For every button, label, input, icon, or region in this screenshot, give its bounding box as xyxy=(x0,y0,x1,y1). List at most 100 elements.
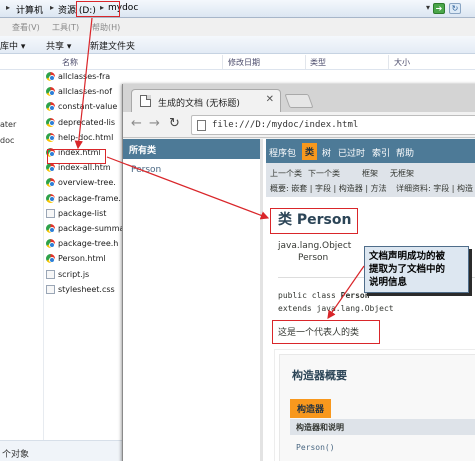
class-doc-frame: 程序包 类 树 已过时 索引 帮助 上一个类 下一个类 框架 无框架 概要: 嵌… xyxy=(266,139,475,461)
refresh-icon[interactable]: ↻ xyxy=(449,3,461,14)
file-name: Person.html xyxy=(58,254,106,264)
file-name: package-frame. xyxy=(58,193,121,203)
nav-item[interactable]: doc xyxy=(0,136,14,145)
page-viewport: 所有类 Person 程序包 类 树 已过时 索引 帮助 上一个类 下一个类 框… xyxy=(123,139,475,461)
all-classes-header: 所有类 xyxy=(123,139,260,159)
include-in-library-button[interactable]: 库中 ▾ xyxy=(0,39,25,52)
page-icon xyxy=(197,120,206,131)
class-extends: extends java.lang.Object xyxy=(278,304,394,313)
chrome-html-icon xyxy=(46,254,55,264)
breadcrumb-chevron-icon: ▸ xyxy=(6,3,11,12)
chrome-html-icon xyxy=(46,193,55,203)
file-name: help-doc.html xyxy=(58,132,114,142)
column-type[interactable]: 类型 xyxy=(310,57,326,68)
mydoc-highlight-box xyxy=(76,1,120,17)
browser-tab[interactable]: 生成的文档 (无标题) ✕ xyxy=(131,89,281,112)
new-folder-button[interactable]: 新建文件夹 xyxy=(90,39,135,52)
explorer-menu-bar: 查看(V) 工具(T) 帮助(H) xyxy=(0,18,475,36)
column-modified[interactable]: 修改日期 xyxy=(228,57,260,68)
chrome-html-icon xyxy=(46,239,55,249)
close-icon[interactable]: ✕ xyxy=(266,94,274,105)
declaration-prefix: public class xyxy=(278,291,341,300)
callout-line: 提取为了文档中的 xyxy=(369,264,446,275)
explorer-toolbar: 库中 ▾ 共享 ▾ 新建文件夹 xyxy=(0,36,475,54)
constructor-summary: 构造器概要 构造器 构造器和说明 Person() xyxy=(274,349,475,461)
file-name: package-tree.h xyxy=(58,239,119,249)
browser-toolbar: ← → ↻ file:///D:/mydoc/index.html xyxy=(123,112,475,138)
new-tab-button[interactable] xyxy=(284,94,314,108)
breadcrumb-computer[interactable]: 计算机 xyxy=(16,3,43,16)
column-divider[interactable] xyxy=(388,55,389,69)
file-name: package-list xyxy=(58,208,107,218)
reload-icon[interactable]: ↻ xyxy=(169,116,180,131)
class-list-frame: 所有类 Person xyxy=(123,139,263,461)
tab-title: 生成的文档 (无标题) xyxy=(158,99,240,109)
file-name: script.js xyxy=(58,269,90,279)
nav-index[interactable]: 索引 xyxy=(372,146,390,159)
column-divider[interactable] xyxy=(222,55,223,69)
explorer-address-bar[interactable]: ▸ 计算机 ▸ 资源 (D:) ▸ mydoc ▾ ➔ ↻ xyxy=(0,0,475,18)
menu-help[interactable]: 帮助(H) xyxy=(92,22,120,33)
detail-links[interactable]: 详细资料: 字段 | 构造 xyxy=(396,183,473,194)
tab-strip: 生成的文档 (无标题) ✕ xyxy=(123,84,475,112)
frames-link[interactable]: 框架 xyxy=(362,168,378,179)
nav-tree[interactable]: 树 xyxy=(322,146,331,159)
nav-deprecated[interactable]: 已过时 xyxy=(338,146,365,159)
menu-view[interactable]: 查看(V) xyxy=(12,22,40,33)
all-classes-title: 所有类 xyxy=(129,146,157,156)
index-html-highlight-box xyxy=(47,149,106,164)
annotation-callout: 文档声明成功的被 提取为了文档中的 说明信息 xyxy=(364,246,469,293)
share-button[interactable]: 共享 ▾ xyxy=(46,39,71,52)
constructor-column-label: 构造器和说明 xyxy=(296,423,344,432)
url-text: file:///D:/mydoc/index.html xyxy=(212,120,359,130)
column-name[interactable]: 名称 xyxy=(62,57,78,68)
callout-line: 文档声明成功的被 xyxy=(369,251,446,262)
address-dropdown-icon[interactable]: ▾ xyxy=(426,3,430,12)
js-file-icon xyxy=(46,269,55,279)
file-name: overview-tree. xyxy=(58,178,116,188)
file-name: index-all.htm xyxy=(58,163,111,173)
class-declaration: public class Person xyxy=(278,291,370,300)
class-title-highlight-box xyxy=(270,208,358,234)
forward-arrow-icon[interactable]: → xyxy=(149,116,160,131)
file-list-header: 名称 修改日期 类型 大小 xyxy=(0,54,475,70)
address-bar[interactable]: file:///D:/mydoc/index.html xyxy=(191,115,475,135)
doc-file-icon xyxy=(46,208,55,218)
inheritance-child: Person xyxy=(298,253,329,263)
file-name: constant-value xyxy=(58,102,118,112)
back-arrow-icon[interactable]: ← xyxy=(131,116,142,131)
prev-class-link[interactable]: 上一个类 xyxy=(270,168,302,179)
chrome-html-icon xyxy=(46,117,55,127)
constructor-link[interactable]: Person() xyxy=(296,443,335,452)
column-divider[interactable] xyxy=(305,55,306,69)
menu-tools[interactable]: 工具(T) xyxy=(52,22,79,33)
file-name: stylesheet.css xyxy=(58,284,115,294)
go-arrow-icon[interactable]: ➔ xyxy=(433,3,445,14)
file-name: package-summar xyxy=(58,224,128,233)
constructor-summary-panel: 构造器概要 构造器 构造器和说明 Person() xyxy=(279,354,475,461)
file-name: allclasses-nof xyxy=(58,87,112,97)
column-size[interactable]: 大小 xyxy=(394,57,410,68)
inheritance-parent: java.lang.Object xyxy=(278,241,352,251)
description-highlight-box xyxy=(272,320,380,344)
chrome-html-icon xyxy=(46,224,55,233)
next-class-link[interactable]: 下一个类 xyxy=(308,168,340,179)
file-name: deprecated-lis xyxy=(58,117,116,127)
file-name: allclasses-fra xyxy=(58,72,111,81)
chrome-html-icon xyxy=(46,132,55,142)
nav-item[interactable]: ater xyxy=(0,120,16,129)
chrome-html-icon xyxy=(46,163,55,173)
class-link-person[interactable]: Person xyxy=(131,165,161,175)
nav-package[interactable]: 程序包 xyxy=(269,146,296,159)
javadoc-sub-nav: 上一个类 下一个类 框架 无框架 概要: 嵌套 | 字段 | 构造器 | 方法 … xyxy=(266,163,475,197)
nav-help[interactable]: 帮助 xyxy=(396,146,414,159)
nav-class: 类 xyxy=(302,143,318,160)
css-file-icon xyxy=(46,284,55,294)
summary-links[interactable]: 概要: 嵌套 | 字段 | 构造器 | 方法 xyxy=(270,183,387,194)
chrome-html-icon xyxy=(46,72,55,81)
no-frames-link[interactable]: 无框架 xyxy=(390,168,414,179)
navigation-pane: ater doc xyxy=(0,70,44,440)
chrome-html-icon xyxy=(46,87,55,97)
constructor-column-header: 构造器和说明 xyxy=(290,419,475,435)
document-icon xyxy=(140,95,151,107)
